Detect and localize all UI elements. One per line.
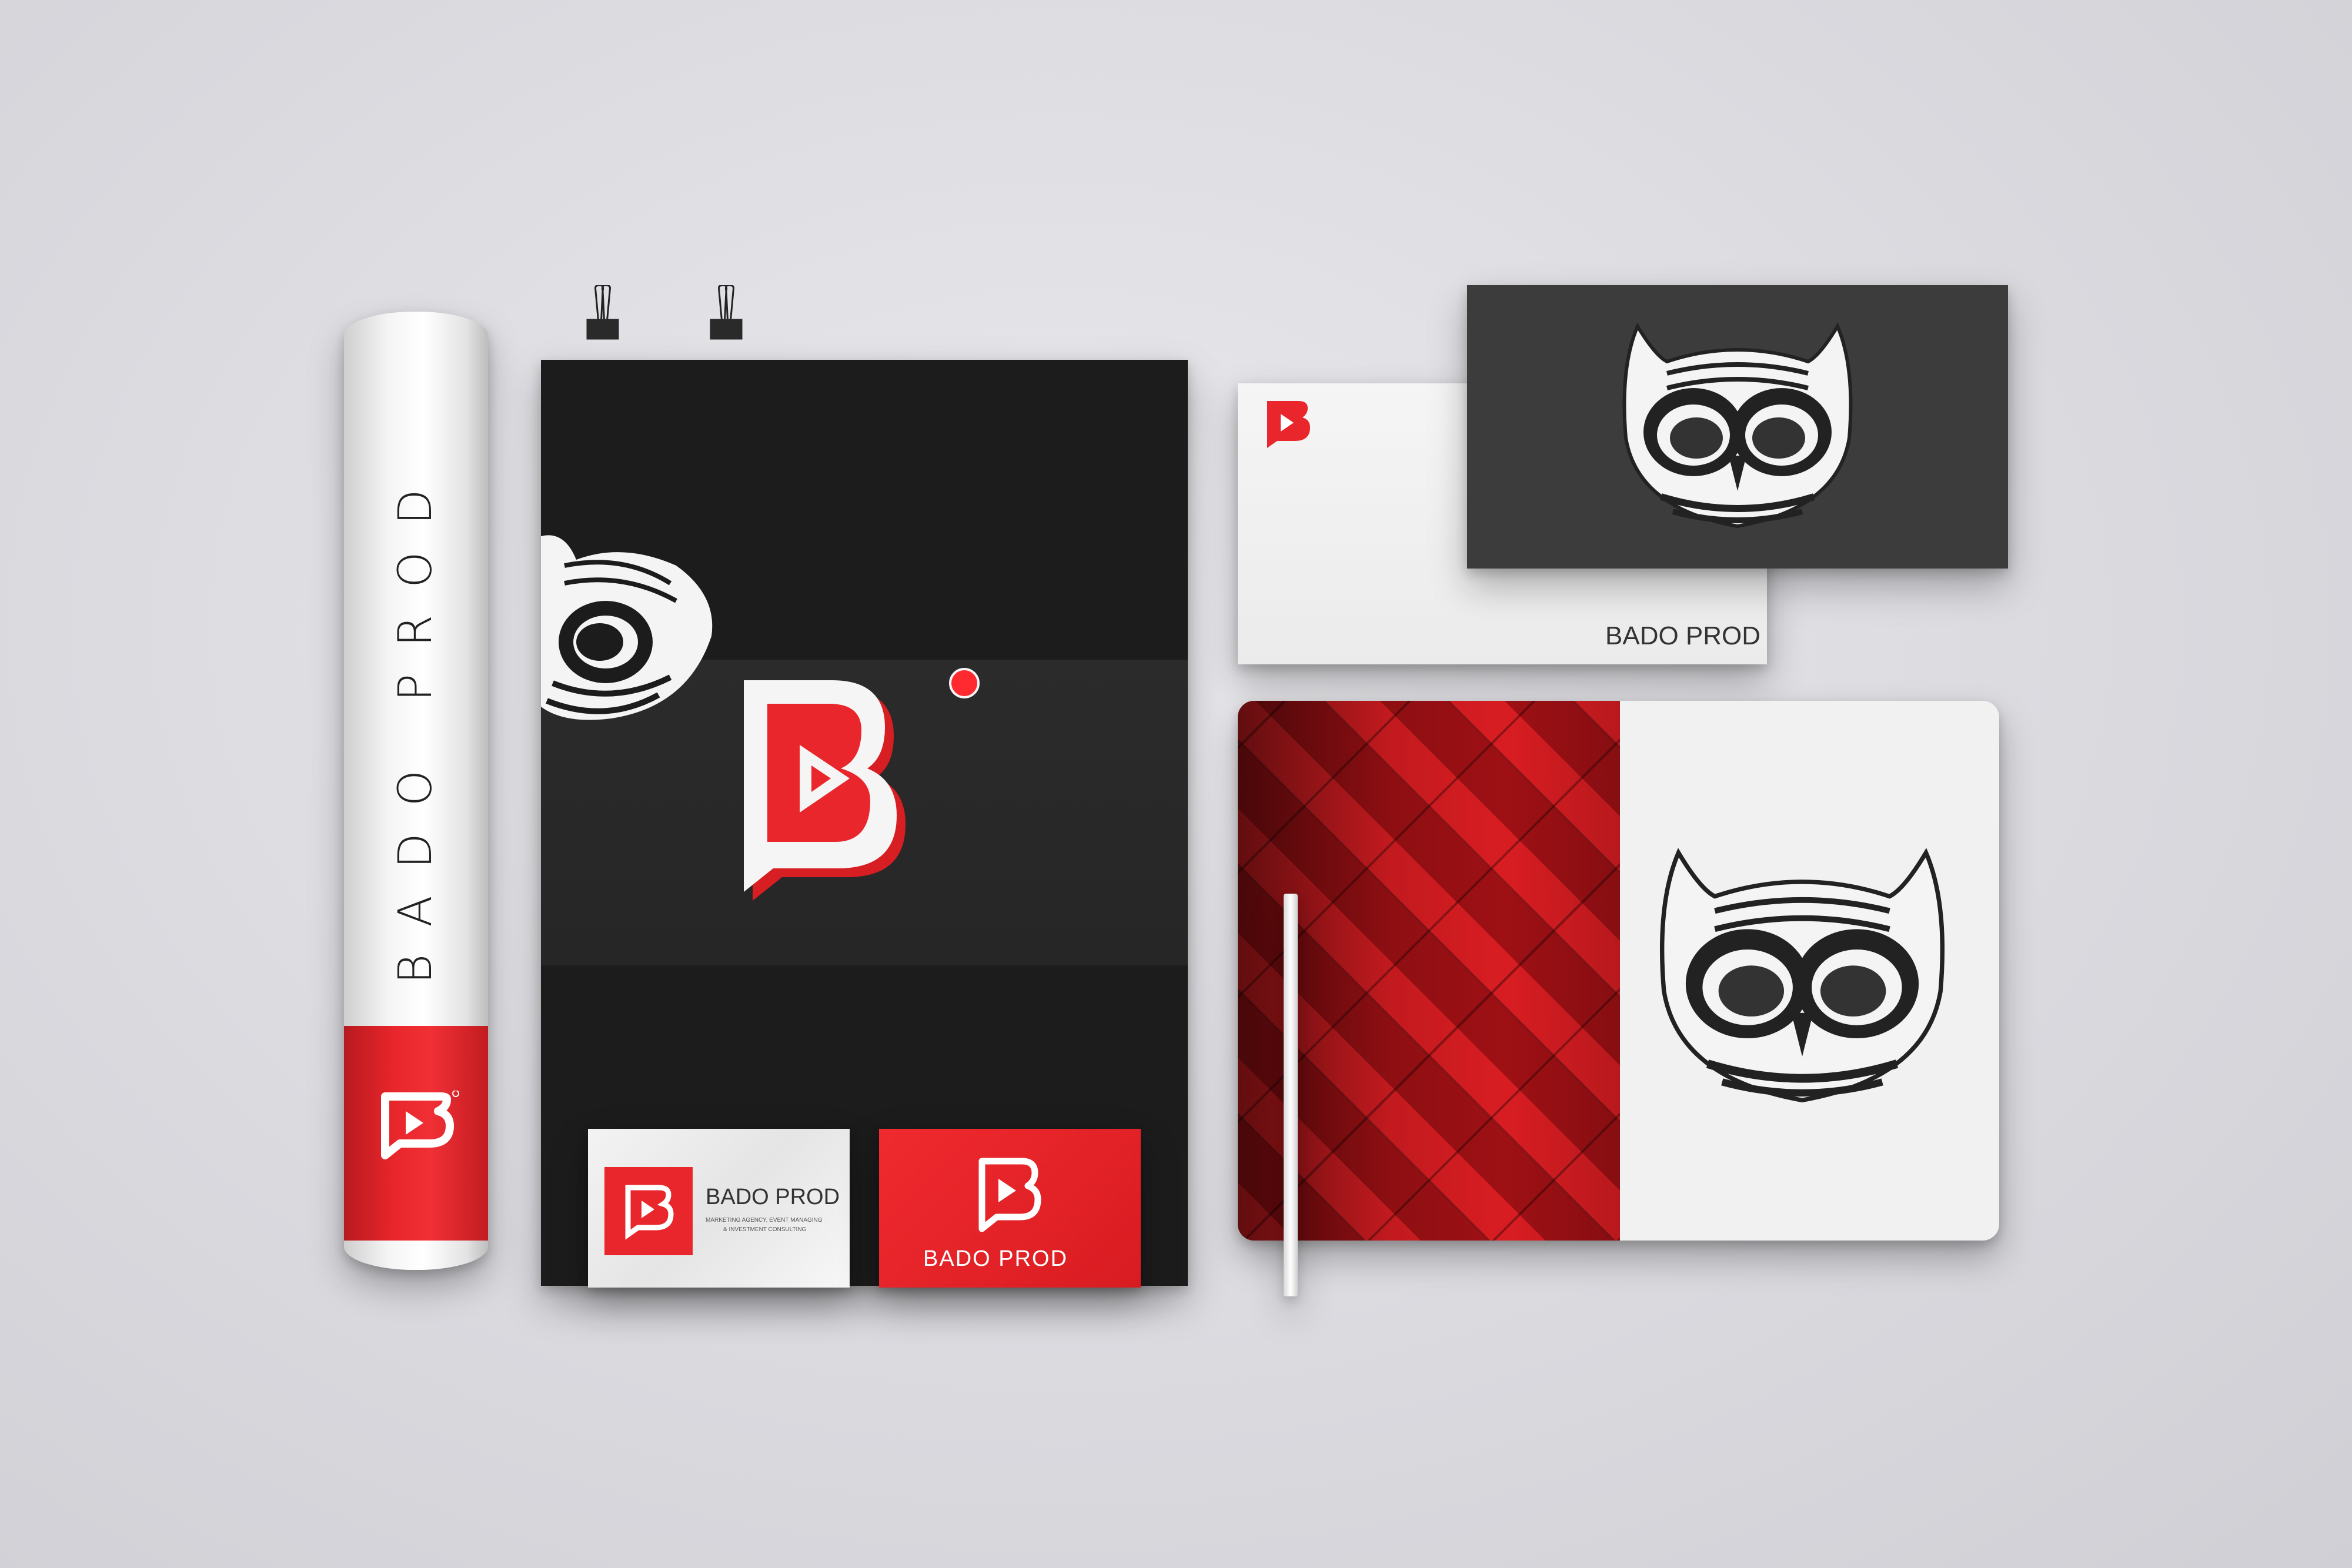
envelope-brand-name: BADO PROD [1605, 621, 1761, 650]
b-play-logo-icon [625, 1185, 674, 1240]
b-play-logo-icon [744, 680, 906, 901]
binder-clip-icon [710, 285, 743, 340]
b-play-logo-icon [1267, 401, 1310, 448]
pencil-icon [1284, 894, 1298, 1296]
dark-card [1467, 285, 2008, 569]
b-play-logo-icon [381, 1091, 459, 1159]
poster-tube: BADO PROD [344, 312, 488, 1270]
card-tagline-2: & INVESTMENT CONSULTING [723, 1226, 807, 1233]
card-brand-name: BADO PROD [923, 1246, 1068, 1271]
logo-dot [949, 668, 980, 698]
b-play-logo-icon [978, 1158, 1041, 1232]
tube-red-band [344, 1026, 488, 1241]
owl-icon [541, 535, 713, 720]
tube-brand-text: BADO PROD [389, 462, 442, 984]
card-tagline-1: MARKETING AGENCY, EVENT MANAGING [706, 1217, 823, 1223]
owl-icon [1622, 322, 1853, 529]
notebook [1238, 701, 1999, 1241]
card-brand-name: BADO PROD [706, 1185, 840, 1209]
owl-icon [1659, 848, 1945, 1103]
business-card-white: BADO PROD MARKETING AGENCY, EVENT MANAGI… [588, 1129, 850, 1288]
business-card-red: BADO PROD [879, 1129, 1141, 1288]
card-logo-box [604, 1167, 693, 1255]
binder-clip-icon [586, 285, 619, 340]
